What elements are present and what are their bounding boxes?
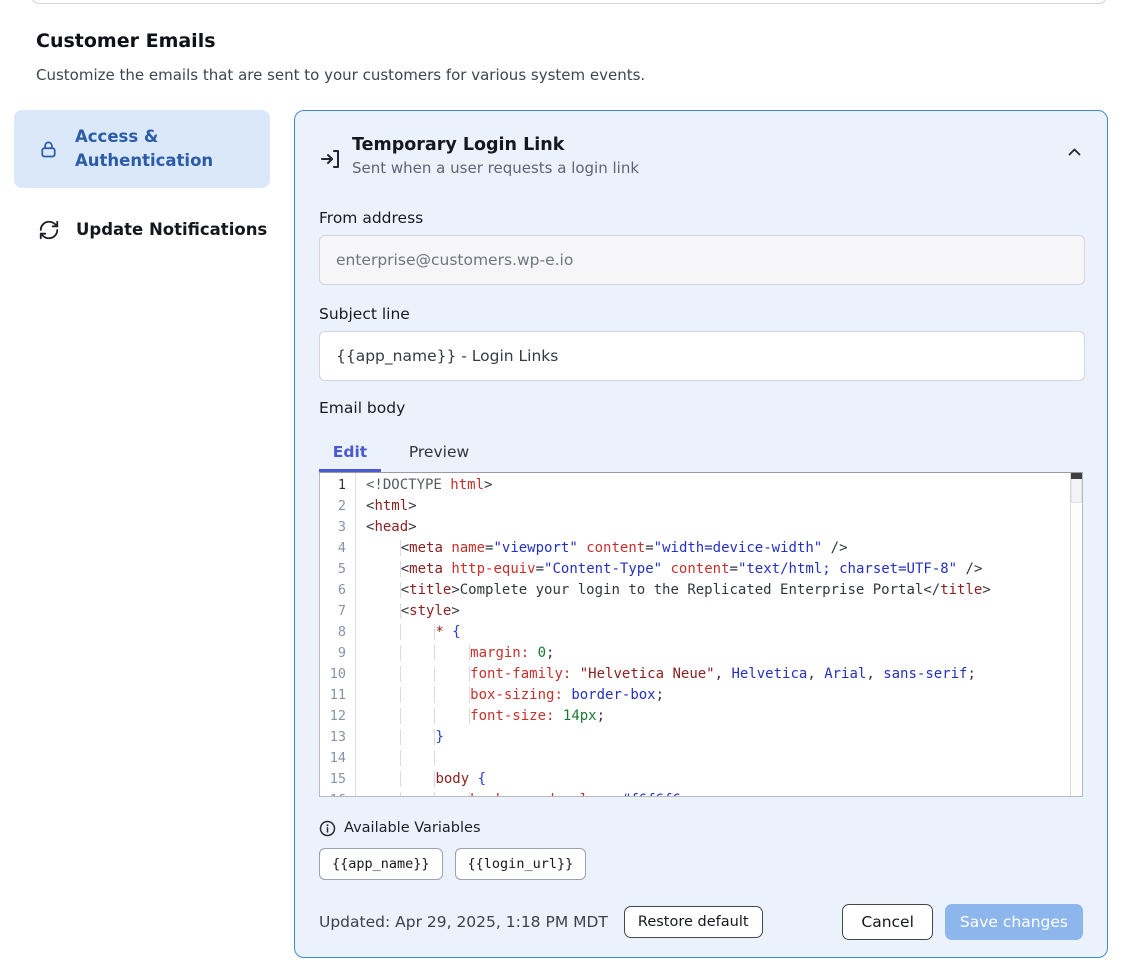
line-number: 1 [320, 475, 355, 496]
line-number: 2 [320, 496, 355, 517]
restore-default-button[interactable]: Restore default [624, 906, 763, 938]
email-body-code-editor[interactable]: 12345678910111213141516 <!DOCTYPE html><… [319, 472, 1083, 797]
sidebar-item-access-authentication[interactable]: Access & Authentication [14, 110, 270, 188]
code-line: <!DOCTYPE html> [366, 475, 1070, 496]
code-line: } [366, 727, 1070, 748]
code-line: <html> [366, 496, 1070, 517]
line-number: 8 [320, 622, 355, 643]
email-types-sidebar: Access & Authentication Update Notificat… [14, 110, 270, 252]
previous-card-edge [30, 0, 1108, 4]
panel-subtitle: Sent when a user requests a login link [352, 159, 639, 177]
line-number: 9 [320, 643, 355, 664]
email-body-label: Email body [319, 399, 1083, 419]
code-line: margin: 0; [366, 643, 1070, 664]
line-number: 5 [320, 559, 355, 580]
tab-preview[interactable]: Preview [401, 439, 477, 472]
code-line: box-sizing: border-box; [366, 685, 1070, 706]
available-variables-label: Available Variables [344, 820, 481, 836]
chevron-up-icon[interactable] [1066, 145, 1083, 158]
page: Customer Emails Customize the emails tha… [0, 0, 1128, 980]
panel-header-text: Temporary Login Link Sent when a user re… [352, 135, 639, 177]
available-variables-header: Available Variables [319, 818, 1083, 838]
save-changes-button[interactable]: Save changes [945, 904, 1083, 940]
line-number: 7 [320, 601, 355, 622]
page-subtitle: Customize the emails that are sent to yo… [36, 66, 645, 84]
code-line: <head> [366, 517, 1070, 538]
editor-scrollbar[interactable] [1070, 473, 1082, 796]
scrollbar-track-top [1071, 479, 1082, 503]
editor-code[interactable]: <!DOCTYPE html><html><head> <meta name="… [357, 473, 1070, 796]
updated-timestamp: Updated: Apr 29, 2025, 1:18 PM MDT [319, 913, 608, 931]
code-line [366, 748, 1070, 769]
from-address-label: From address [319, 209, 1083, 229]
info-icon [319, 820, 336, 837]
subject-line-label: Subject line [319, 305, 1083, 325]
subject-line-input[interactable] [319, 331, 1085, 381]
line-number: 14 [320, 748, 355, 769]
refresh-icon [38, 219, 60, 241]
code-line: <meta name="viewport" content="width=dev… [366, 538, 1070, 559]
variable-chip-app-name[interactable]: {{app_name}} [319, 848, 443, 880]
code-line: font-family: "Helvetica Neue", Helvetica… [366, 664, 1070, 685]
code-line: <style> [366, 601, 1070, 622]
line-number: 15 [320, 769, 355, 790]
panel-header[interactable]: Temporary Login Link Sent when a user re… [319, 135, 1083, 181]
panel-footer: Updated: Apr 29, 2025, 1:18 PM MDT Resto… [319, 904, 1083, 940]
page-title: Customer Emails [36, 30, 216, 52]
line-number: 4 [320, 538, 355, 559]
code-line: <title>Complete your login to the Replic… [366, 580, 1070, 601]
lock-icon [38, 139, 59, 160]
line-number: 13 [320, 727, 355, 748]
line-number: 3 [320, 517, 355, 538]
email-body-tabs: Edit Preview [319, 439, 1083, 472]
sidebar-item-label: Access & Authentication [75, 125, 235, 173]
variable-chip-login-url[interactable]: {{login_url}} [455, 848, 587, 880]
panel-title: Temporary Login Link [352, 135, 639, 155]
editor-gutter: 12345678910111213141516 [320, 473, 356, 796]
cancel-button[interactable]: Cancel [842, 904, 933, 940]
tab-edit[interactable]: Edit [319, 439, 381, 472]
variable-chips: {{app_name}} {{login_url}} [319, 848, 1083, 880]
code-line: * { [366, 622, 1070, 643]
code-line: font-size: 14px; [366, 706, 1070, 727]
login-icon [319, 147, 343, 171]
from-address-input[interactable] [319, 235, 1085, 285]
line-number: 11 [320, 685, 355, 706]
sidebar-item-update-notifications[interactable]: Update Notifications [14, 208, 270, 252]
line-number: 16 [320, 790, 355, 797]
line-number: 6 [320, 580, 355, 601]
code-line: background-color: #f6f6f6; [366, 790, 1070, 796]
sidebar-item-label: Update Notifications [76, 218, 267, 242]
temporary-login-link-panel: Temporary Login Link Sent when a user re… [294, 110, 1108, 958]
code-line: <meta http-equiv="Content-Type" content=… [366, 559, 1070, 580]
code-line: body { [366, 769, 1070, 790]
line-number: 12 [320, 706, 355, 727]
line-number: 10 [320, 664, 355, 685]
